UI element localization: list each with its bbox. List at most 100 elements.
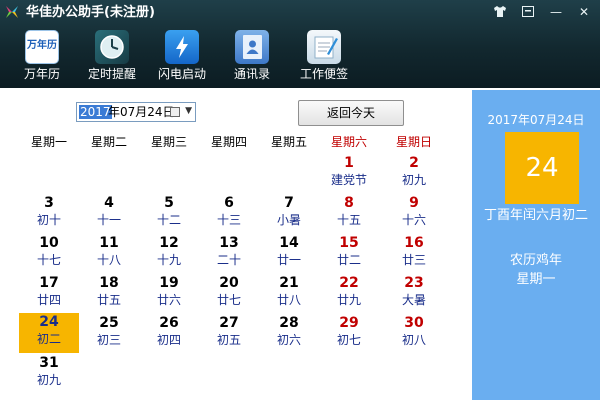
calendar-day[interactable]: 22 廿九 — [319, 274, 379, 314]
day-number: 19 — [159, 275, 179, 291]
weekday-label: 星期日 — [395, 135, 432, 149]
toolbar-quick-launch-button[interactable]: 闪电启动 — [154, 30, 210, 86]
toolbar-calendar-button[interactable]: 万年历 万年历 — [18, 30, 66, 86]
lunar-label: 廿七 — [216, 293, 241, 307]
calendar-day[interactable]: 4 十一 — [79, 194, 139, 234]
lunar-label: 十二 — [156, 213, 181, 227]
calendar-day[interactable]: 6 十三 — [199, 194, 259, 234]
calendar-day[interactable]: 27 初五 — [199, 314, 259, 354]
back-to-today-button[interactable]: 返回今天 — [298, 100, 404, 126]
calendar-day[interactable]: 5 十二 — [139, 194, 199, 234]
calendar-day[interactable]: 30 初八 — [384, 314, 444, 354]
toolbar-label: 工作便签 — [299, 67, 348, 81]
title-bar[interactable]: 华佳办公助手(未注册) — ✕ 万年历 万年历 定时提醒 闪电启动 通讯录 工作… — [0, 0, 600, 88]
calendar-day[interactable]: 11 十八 — [79, 234, 139, 274]
day-number: 4 — [104, 195, 114, 211]
toolbar-notes-button[interactable]: 工作便签 — [294, 30, 354, 86]
calendar-day-today[interactable]: 24 初二 — [19, 313, 79, 353]
weekday-label: 星期二 — [90, 135, 127, 149]
day-number: 31 — [39, 355, 59, 371]
calendar-day[interactable]: 12 十九 — [139, 234, 199, 274]
lunar-label: 廿八 — [276, 293, 301, 307]
day-number: 14 — [279, 235, 299, 251]
app-logo-icon — [6, 6, 18, 18]
calendar-day[interactable]: 31 初九 — [19, 354, 79, 394]
panel-day-number: 24 — [505, 132, 579, 204]
lunar-label: 初四 — [156, 333, 181, 347]
window-title: 华佳办公助手(未注册) — [26, 5, 155, 20]
day-number: 2 — [409, 155, 419, 171]
calendar-day[interactable]: 7 小暑 — [259, 194, 319, 234]
date-picker[interactable]: 2017 年07月24日 ▼ — [76, 102, 196, 122]
close-icon[interactable]: ✕ — [570, 3, 598, 21]
day-number: 24 — [39, 314, 59, 330]
lunar-label: 二十 — [216, 253, 241, 267]
day-number: 27 — [219, 315, 239, 331]
day-number: 5 — [164, 195, 174, 211]
day-number: 18 — [99, 275, 119, 291]
lunar-label: 十六 — [401, 213, 426, 227]
lunar-label: 十七 — [36, 253, 61, 267]
minimize-to-tray-icon[interactable] — [514, 3, 542, 21]
day-number: 9 — [409, 195, 419, 211]
calendar-day[interactable]: 10 十七 — [19, 234, 79, 274]
day-number: 1 — [344, 155, 354, 171]
toolbar-reminder-button[interactable]: 定时提醒 — [84, 30, 140, 86]
lunar-label: 初九 — [401, 173, 426, 187]
date-picker-year[interactable]: 2017 — [79, 105, 112, 119]
calendar-day[interactable]: 13 二十 — [199, 234, 259, 274]
day-number: 7 — [284, 195, 294, 211]
calendar-day[interactable]: 23 大暑 — [384, 274, 444, 314]
calendar-day[interactable]: 8 十五 — [319, 194, 379, 234]
calendar-day[interactable]: 16 廿三 — [384, 234, 444, 274]
calendar-day[interactable]: 21 廿八 — [259, 274, 319, 314]
lunar-label: 廿二 — [336, 253, 361, 267]
calendar-day[interactable]: 3 初十 — [19, 194, 79, 234]
calendar-day[interactable]: 1 建党节 — [319, 154, 379, 194]
lunar-label: 初五 — [216, 333, 241, 347]
lunar-label: 建党节 — [330, 173, 367, 187]
calendar-day[interactable]: 2 初九 — [384, 154, 444, 194]
lunar-label: 初六 — [276, 333, 301, 347]
day-number: 17 — [39, 275, 59, 291]
lunar-label: 廿四 — [36, 293, 61, 307]
toolbar-label: 通讯录 — [233, 67, 270, 81]
day-number: 21 — [279, 275, 299, 291]
weekday-label: 星期六 — [330, 135, 367, 149]
calendar-day[interactable]: 20 廿七 — [199, 274, 259, 314]
today-panel: 2017年07月24日 24 丁酉年闰六月初二 农历鸡年 星期一 — [472, 90, 600, 400]
calendar-day[interactable]: 15 廿二 — [319, 234, 379, 274]
calendar-day[interactable]: 9 十六 — [384, 194, 444, 234]
toolbar-contacts-button[interactable]: 通讯录 — [226, 30, 278, 86]
lunar-label: 廿一 — [276, 253, 301, 267]
weekday-label: 星期五 — [270, 135, 307, 149]
day-number: 11 — [99, 235, 119, 251]
lunar-label: 廿九 — [336, 293, 361, 307]
lunar-label: 初十 — [36, 213, 61, 227]
lunar-label: 廿五 — [96, 293, 121, 307]
day-number: 29 — [339, 315, 359, 331]
address-book-icon — [235, 30, 269, 64]
minimize-icon[interactable]: — — [542, 3, 570, 21]
calendar-icon: 万年历 — [25, 30, 59, 64]
lunar-label: 初九 — [36, 373, 61, 387]
calendar-day[interactable]: 29 初七 — [319, 314, 379, 354]
calendar-day[interactable]: 19 廿六 — [139, 274, 199, 314]
panel-lunar-date: 丁酉年闰六月初二 — [483, 208, 588, 223]
calendar-day[interactable]: 26 初四 — [139, 314, 199, 354]
notepad-icon — [307, 30, 341, 64]
day-number: 10 — [39, 235, 59, 251]
day-number: 8 — [344, 195, 354, 211]
calendar-day[interactable]: 28 初六 — [259, 314, 319, 354]
calendar-day[interactable]: 14 廿一 — [259, 234, 319, 274]
calendar-day[interactable]: 25 初三 — [79, 314, 139, 354]
calendar-day[interactable]: 17 廿四 — [19, 274, 79, 314]
main-toolbar: 万年历 万年历 定时提醒 闪电启动 通讯录 工作便签 — [0, 30, 600, 86]
calendar-day[interactable]: 18 廿五 — [79, 274, 139, 314]
date-picker-month-day: 年07月24日 — [108, 105, 175, 119]
day-number: 12 — [159, 235, 179, 251]
lunar-label: 廿六 — [156, 293, 181, 307]
lunar-label: 十五 — [336, 213, 361, 227]
dropdown-arrow-icon[interactable]: ▼ — [185, 106, 192, 116]
skin-icon[interactable] — [486, 3, 514, 21]
